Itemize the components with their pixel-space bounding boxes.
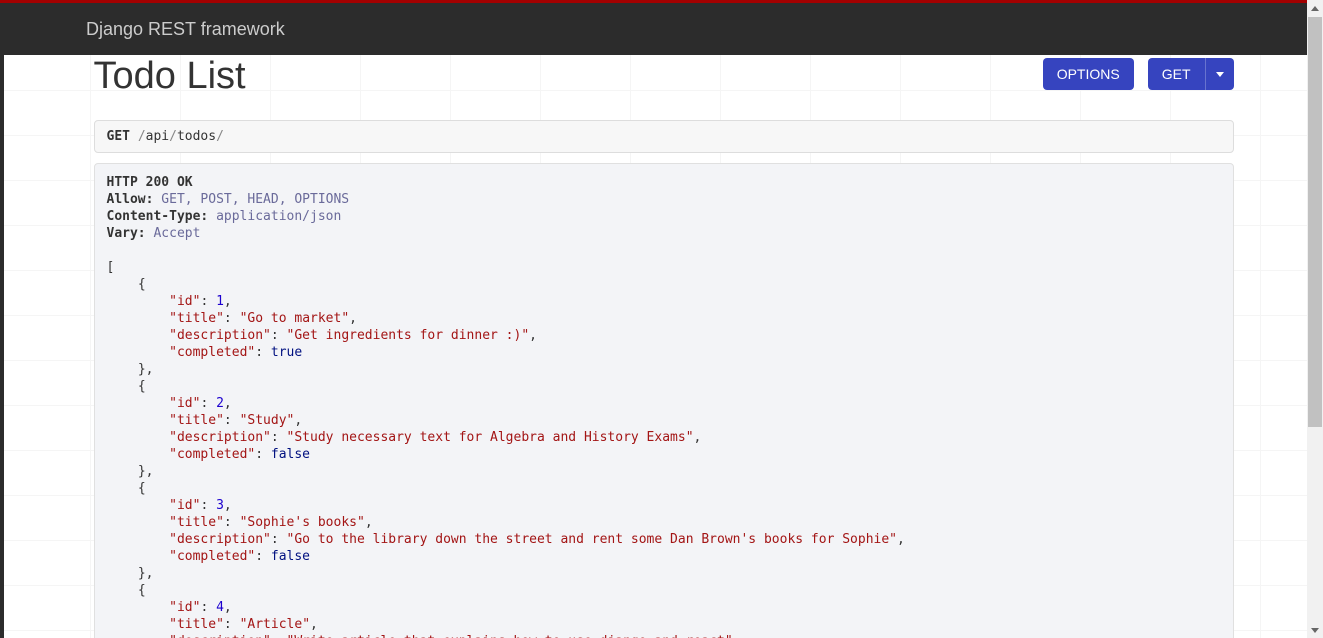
scroll-thumb[interactable] <box>1308 17 1322 427</box>
content: Todo List OPTIONS GET GET /api/todos/ HT… <box>4 55 1323 638</box>
navbar: Django REST framework <box>0 3 1323 55</box>
page-title: Todo List <box>94 55 246 98</box>
response-body: [ { "id": 1, "title": "Go to market", "d… <box>107 259 1221 638</box>
response-box: HTTP 200 OK Allow: GET, POST, HEAD, OPTI… <box>94 163 1234 638</box>
response-header: Content-Type: application/json <box>107 208 1221 225</box>
request-path: /api/todos/ <box>138 129 224 144</box>
get-dropdown-toggle[interactable] <box>1205 58 1234 90</box>
get-button[interactable]: GET <box>1148 58 1205 90</box>
response-header: Vary: Accept <box>107 225 1221 242</box>
options-button[interactable]: OPTIONS <box>1043 58 1134 90</box>
caret-down-icon <box>1216 72 1224 77</box>
scroll-up-icon[interactable] <box>1307 0 1323 16</box>
status-line: HTTP 200 OK <box>107 175 193 190</box>
response-header: Allow: GET, POST, HEAD, OPTIONS <box>107 191 1221 208</box>
scroll-down-icon[interactable] <box>1307 622 1323 638</box>
get-button-group: GET <box>1148 58 1234 90</box>
scrollbar[interactable] <box>1307 0 1323 638</box>
action-buttons: OPTIONS GET <box>1043 58 1234 90</box>
request-method: GET <box>107 129 130 144</box>
request-line: GET /api/todos/ <box>94 120 1234 153</box>
brand-link[interactable]: Django REST framework <box>86 19 285 40</box>
